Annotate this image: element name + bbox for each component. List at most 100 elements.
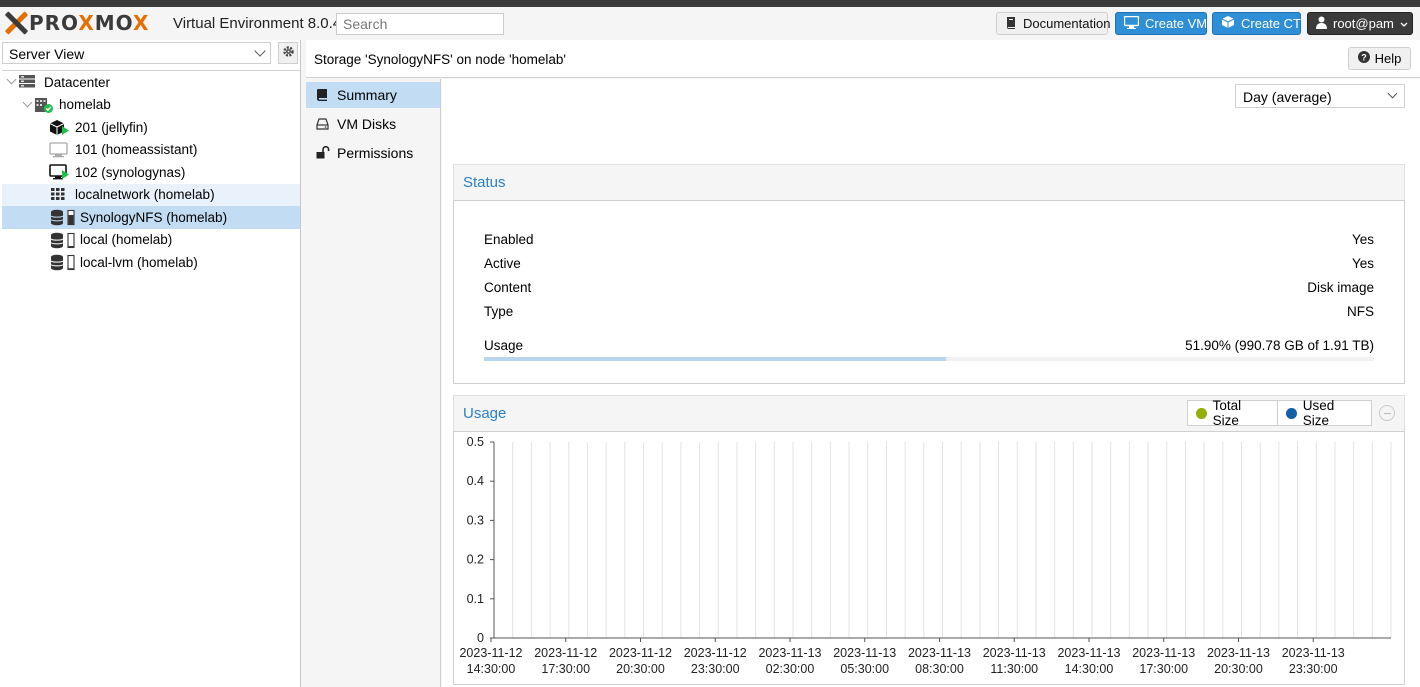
version-label: Virtual Environment 8.0.4 — [173, 15, 342, 32]
usage-chart-body: 0 0.1 0.2 0.3 0.4 0.5 2023-11-12 14:30:00 2023-1… — [453, 431, 1405, 685]
status-panel-body: Enabled Yes Active Yes Content Disk imag… — [453, 200, 1405, 384]
storage-icon — [50, 232, 78, 252]
container-running-icon — [49, 119, 71, 139]
chart-x-tick-label: 2023-11-13 — [983, 646, 1046, 660]
status-row-enabled: Enabled Yes — [484, 232, 1374, 247]
chart-x-tick-label: 2023-11-12 — [534, 646, 597, 660]
chart-y-tick-label: 0.4 — [467, 474, 484, 488]
svg-text:?: ? — [1361, 53, 1367, 63]
legend-used-size[interactable]: Used Size — [1277, 398, 1372, 428]
tab-list: Summary VM Disks Permissions — [306, 79, 441, 687]
tree-node-datacenter[interactable]: Datacenter — [2, 71, 300, 94]
vm-stopped-icon — [49, 141, 69, 161]
chart-y-tick-label: 0.1 — [467, 592, 484, 606]
tree-settings-button[interactable] — [278, 42, 298, 64]
chart-x-tick-label: 2023-11-13 — [908, 646, 971, 660]
view-selector-value: Server View — [9, 46, 85, 62]
chart-x-tick-label: 17:30:00 — [1139, 662, 1188, 676]
status-row-content: Content Disk image — [484, 280, 1374, 295]
sdn-zone-icon — [50, 187, 66, 204]
page-title: Storage 'SynologyNFS' on node 'homelab' — [314, 52, 566, 67]
chart-x-tick-label: 2023-11-12 — [609, 646, 672, 660]
usage-progress-fill — [484, 357, 946, 361]
tree-node-homelab[interactable]: homelab — [2, 94, 300, 117]
status-row-usage: Usage 51.90% (990.78 GB of 1.91 TB) — [484, 338, 1374, 353]
question-icon: ? — [1357, 51, 1370, 66]
view-selector[interactable]: Server View — [2, 42, 271, 64]
timeframe-value: Day (average) — [1243, 89, 1332, 105]
logo-wordmark: PROXMOX — [29, 11, 150, 35]
legend-dot-total — [1196, 407, 1207, 419]
proxmox-x-icon — [4, 11, 29, 35]
summary-main: Day (average) Status Enabled Yes Active … — [442, 79, 1420, 687]
search-input[interactable] — [336, 13, 504, 35]
status-panel-title: Status — [463, 174, 506, 191]
chart-x-tick-label: 20:30:00 — [1214, 662, 1263, 676]
help-button[interactable]: ? Help — [1348, 47, 1411, 70]
book-icon — [316, 88, 329, 104]
proxmox-logo: PROXMOX — [4, 11, 149, 35]
usage-progress-bar — [484, 357, 1374, 361]
content-area: Storage 'SynologyNFS' on node 'homelab' … — [306, 40, 1420, 687]
tree-node-synologynfs[interactable]: SynologyNFS (homelab) — [2, 206, 300, 229]
storage-icon — [50, 254, 78, 274]
usage-panel-header: Usage Total Size Used Size — [453, 395, 1405, 431]
timeframe-select[interactable]: Day (average) — [1235, 84, 1405, 108]
legend-total-size[interactable]: Total Size — [1187, 398, 1278, 428]
tab-permissions[interactable]: Permissions — [306, 140, 440, 166]
vm-running-icon — [49, 164, 71, 184]
storage-icon — [50, 209, 78, 229]
header-bar: PROXMOX Virtual Environment 8.0.4 Docume… — [0, 7, 1420, 40]
chart-x-tick-label: 2023-11-13 — [1132, 646, 1195, 660]
unlock-icon — [316, 145, 330, 162]
hdd-icon — [316, 117, 329, 133]
chart-x-tick-label: 23:30:00 — [691, 662, 740, 676]
legend-dot-used — [1286, 407, 1297, 419]
tree-node-ct-201[interactable]: 201 (jellyfin) — [2, 116, 300, 139]
collapse-icon[interactable] — [1379, 405, 1395, 421]
expand-toggle-icon[interactable] — [22, 97, 33, 107]
tree-node-local[interactable]: local (homelab) — [2, 229, 300, 252]
chevron-down-icon — [1387, 88, 1398, 99]
status-panel: Status Enabled Yes Active Yes Content Di… — [453, 164, 1405, 384]
tab-vm-disks[interactable]: VM Disks — [306, 111, 440, 137]
chart-x-tick-label: 05:30:00 — [840, 662, 889, 676]
usage-panel: Usage Total Size Used Size 0 0.1 0.2 0.3 0.4… — [453, 395, 1405, 685]
tree-node-vm-101[interactable]: 101 (homeassistant) — [2, 139, 300, 162]
chart-x-tick-label: 23:30:00 — [1289, 662, 1338, 676]
chart-x-tick-label: 11:30:00 — [990, 662, 1038, 676]
expand-toggle-icon[interactable] — [6, 74, 17, 85]
chart-x-tick-label: 2023-11-12 — [459, 646, 522, 660]
chart-x-tick-label: 2023-11-13 — [758, 646, 821, 660]
node-online-icon — [34, 97, 54, 117]
tree-node-localnetwork[interactable]: localnetwork (homelab) — [2, 183, 300, 206]
resource-tree: Datacenter homelab 201 (jellyfin) 101 (h… — [2, 70, 300, 274]
usage-chart: 0 0.1 0.2 0.3 0.4 0.5 2023-11-12 14:30:00 2023-1… — [459, 435, 1392, 676]
chart-x-tick-label: 2023-11-13 — [1207, 646, 1270, 660]
tree-node-local-lvm[interactable]: local-lvm (homelab) — [2, 251, 300, 274]
chart-x-tick-label: 14:30:00 — [1065, 662, 1114, 676]
chevron-down-icon — [254, 45, 266, 57]
chart-x-tick-label: 2023-11-13 — [1282, 646, 1345, 660]
chart-y-tick-label: 0.5 — [467, 435, 484, 449]
cube-icon — [1221, 15, 1235, 32]
chevron-down-icon — [1400, 16, 1408, 31]
status-row-type: Type NFS — [484, 304, 1374, 319]
status-row-active: Active Yes — [484, 256, 1374, 271]
chart-x-tick-label: 02:30:00 — [766, 662, 815, 676]
tab-summary[interactable]: Summary — [306, 82, 440, 108]
tree-node-vm-102[interactable]: 102 (synologynas) — [2, 161, 300, 184]
top-strip — [0, 0, 1420, 7]
create-ct-button[interactable]: Create CT — [1212, 12, 1301, 35]
user-menu-button[interactable]: root@pam — [1307, 12, 1413, 35]
chart-x-tick-label: 08:30:00 — [915, 662, 964, 676]
chart-y-tick-label: 0.2 — [467, 553, 484, 567]
chart-y-tick-label: 0.3 — [467, 513, 484, 527]
chart-x-tick-label: 2023-11-13 — [833, 646, 896, 660]
status-panel-header: Status — [453, 164, 1405, 200]
datacenter-icon — [18, 74, 36, 92]
documentation-button[interactable]: Documentation — [996, 12, 1110, 35]
chart-y-tick-label: 0 — [477, 631, 484, 645]
create-vm-button[interactable]: Create VM — [1115, 12, 1207, 35]
chart-x-tick-label: 2023-11-12 — [684, 646, 747, 660]
